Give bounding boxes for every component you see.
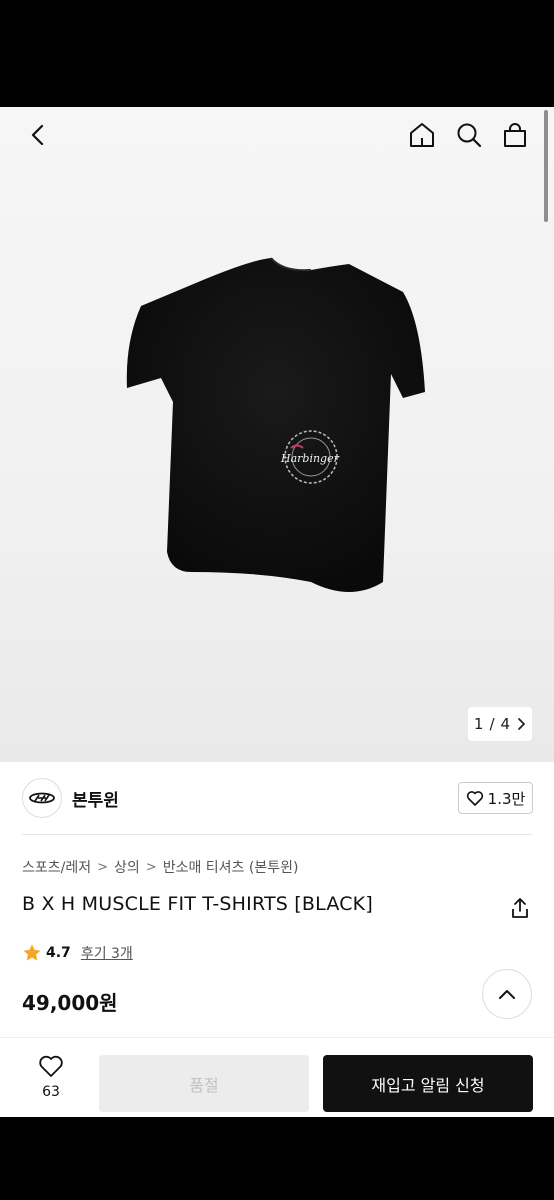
rating-value: 4.7: [46, 945, 71, 961]
home-icon: [410, 123, 434, 147]
home-indicator-area: [0, 1117, 554, 1200]
home-button[interactable]: [404, 117, 440, 153]
back-button[interactable]: [20, 117, 56, 153]
shirt-print-text: Harbinger: [280, 452, 340, 465]
status-bar-area: [0, 0, 554, 107]
heart-icon: [466, 791, 483, 806]
heart-icon: [39, 1055, 63, 1077]
star-icon: [23, 944, 41, 961]
cart-button[interactable]: [497, 117, 533, 153]
product-title: B X H MUSCLE FIT T-SHIRTS [BLACK]: [22, 893, 373, 915]
chevron-right-icon: [518, 718, 525, 730]
bottom-action-bar: 63 품절 재입고 알림 신청: [0, 1038, 554, 1117]
product-image-gallery[interactable]: Harbinger 1 / 4: [0, 107, 554, 762]
breadcrumb-item[interactable]: 스포츠/레저: [22, 857, 91, 877]
brand-row: 본투윈 1.3만: [0, 762, 554, 834]
counter-total: 4: [500, 715, 511, 733]
product-price: 49,000원: [22, 991, 118, 1015]
product-tshirt-image: Harbinger: [126, 257, 426, 592]
search-icon: [457, 123, 482, 148]
top-navigation: [0, 107, 554, 163]
product-page: Harbinger 1 / 4 본투윈 1.3만 스포츠/레저 > 상의 > 반…: [0, 107, 554, 1117]
rating-row: 4.7 후기 3개: [22, 943, 133, 963]
share-button[interactable]: [506, 894, 534, 922]
soldout-button: 품절: [99, 1055, 309, 1112]
restock-alert-button[interactable]: 재입고 알림 신청: [323, 1055, 533, 1112]
counter-current: 1: [473, 715, 484, 733]
wishlist-button[interactable]: 63: [28, 1054, 74, 1110]
scroll-to-top-button[interactable]: [482, 969, 532, 1019]
chevron-left-icon: [31, 124, 44, 146]
wishlist-count: 63: [42, 1084, 60, 1100]
brand-logo-mark-icon: [29, 792, 55, 804]
brand-logo[interactable]: [22, 778, 62, 818]
scrollbar[interactable]: [544, 110, 548, 222]
shopping-bag-icon: [504, 123, 526, 147]
search-button[interactable]: [451, 117, 487, 153]
breadcrumb-separator-icon: >: [97, 859, 109, 875]
counter-separator: /: [489, 715, 495, 733]
brand-name[interactable]: 본투윈: [72, 786, 119, 811]
breadcrumb: 스포츠/레저 > 상의 > 반소매 티셔츠 (본투윈): [22, 857, 298, 877]
breadcrumb-item[interactable]: 반소매 티셔츠 (본투윈): [163, 857, 299, 877]
breadcrumb-item[interactable]: 상의: [114, 857, 140, 877]
brand-like-count: 1.3만: [487, 789, 526, 808]
share-icon: [512, 898, 528, 918]
chevron-up-icon: [499, 990, 515, 999]
divider: [22, 834, 532, 835]
review-count-link[interactable]: 후기 3개: [81, 943, 133, 963]
brand-like-button[interactable]: 1.3만: [458, 782, 533, 814]
image-counter[interactable]: 1 / 4: [468, 707, 532, 741]
breadcrumb-separator-icon: >: [145, 859, 157, 875]
